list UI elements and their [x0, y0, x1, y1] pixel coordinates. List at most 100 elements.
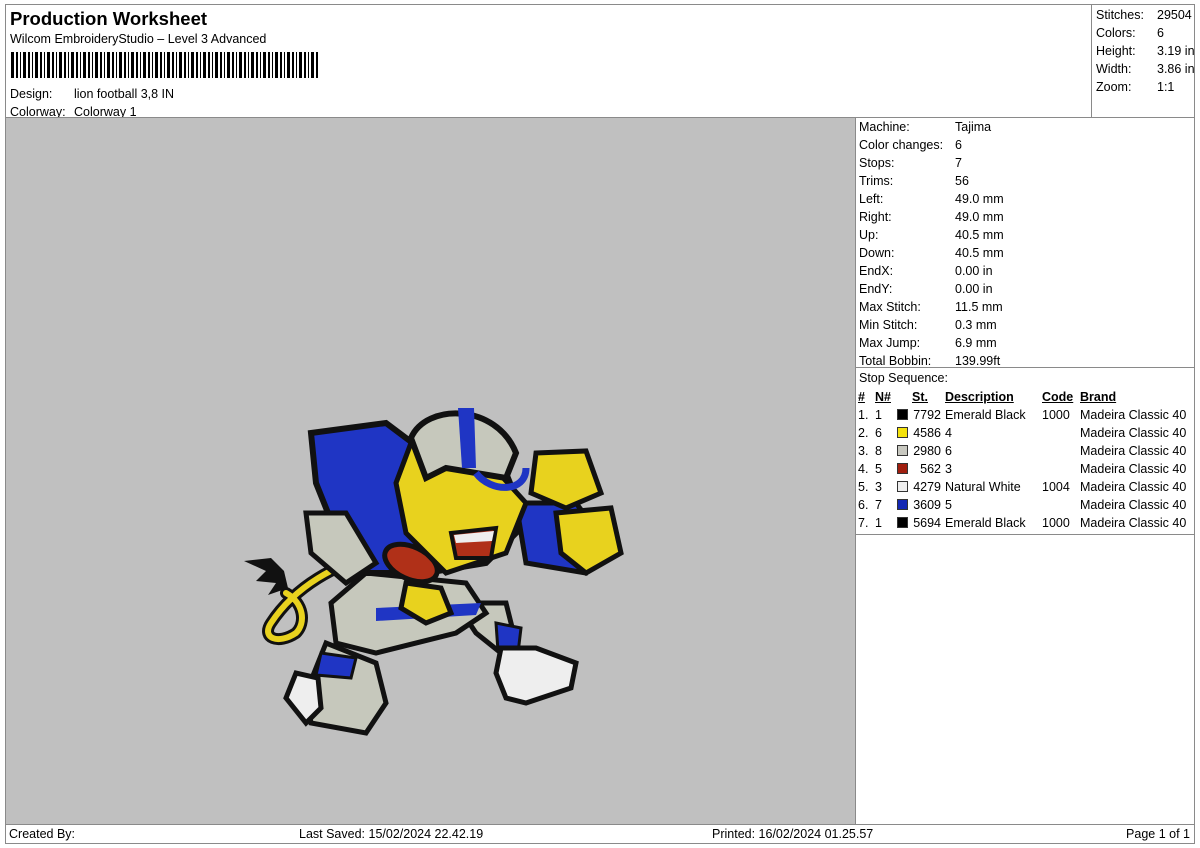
color-swatch — [897, 517, 908, 528]
row-code — [1042, 460, 1080, 478]
color-swatch — [897, 445, 908, 456]
stop-sequence-title: Stop Sequence: — [859, 371, 948, 385]
row-description: 4 — [945, 426, 952, 440]
worksheet-footer: Created By: Last Saved: 15/02/2024 22.42… — [5, 824, 1195, 844]
detail-label: Min Stitch: — [859, 318, 918, 332]
row-description: 3 — [945, 462, 952, 476]
detail-value: 139.99ft — [955, 354, 1001, 368]
col-stitches: St. — [912, 390, 928, 404]
color-swatch — [897, 463, 908, 474]
row-needle: 1 — [875, 516, 882, 530]
row-needle: 6 — [875, 426, 882, 440]
detail-label: Total Bobbin: — [859, 354, 932, 368]
row-code — [1042, 424, 1080, 442]
detail-label: Max Stitch: — [859, 300, 921, 314]
detail-value: 40.5 mm — [955, 228, 1004, 242]
row-brand: Madeira Classic 40 — [1080, 516, 1187, 530]
detail-label: Stops: — [859, 156, 895, 170]
detail-value: 7 — [955, 156, 962, 170]
machine-details: Machine: Tajima Color changes: 6 Stops: 7 Trim… — [855, 117, 1195, 368]
detail-value: Tajima — [955, 120, 992, 134]
color-swatch-cell — [897, 424, 912, 442]
row-code: 1000 — [1042, 516, 1070, 530]
row-brand: Madeira Classic 40 — [1080, 408, 1187, 422]
row-stitches: 562 — [920, 462, 941, 476]
detail-label: Up: — [859, 228, 879, 242]
color-swatch-cell — [897, 442, 912, 460]
row-stitches: 3609 — [913, 498, 941, 512]
detail-value: 56 — [955, 174, 969, 188]
empty-panel — [855, 534, 1195, 825]
row-brand: Madeira Classic 40 — [1080, 462, 1187, 476]
row-description: Emerald Black — [945, 408, 1026, 422]
detail-value: 6.9 mm — [955, 336, 997, 350]
col-num: # — [858, 390, 865, 404]
summary-value: 6 — [1157, 26, 1164, 40]
row-brand: Madeira Classic 40 — [1080, 426, 1187, 440]
detail-label: EndY: — [859, 282, 893, 296]
table-row: 1. 1 7792 Emerald Black 1000 Madeira Classic … — [858, 406, 1194, 424]
summary-value: 29504 — [1157, 8, 1192, 22]
detail-label: Color changes: — [859, 138, 944, 152]
embroidery-design-image — [244, 408, 624, 736]
row-brand: Madeira Classic 40 — [1080, 480, 1187, 494]
software-name: Wilcom EmbroideryStudio – Level 3 Advanc… — [10, 32, 267, 46]
col-code: Code — [1042, 390, 1074, 404]
row-code — [1042, 442, 1080, 460]
row-brand: Madeira Classic 40 — [1080, 444, 1187, 458]
row-needle: 7 — [875, 498, 882, 512]
row-num: 3. — [858, 444, 869, 458]
row-needle: 1 — [875, 408, 882, 422]
design-row: Design: lion football 3,8 IN — [10, 87, 174, 101]
row-brand: Madeira Classic 40 — [1080, 498, 1187, 512]
row-code: 1000 — [1042, 408, 1070, 422]
summary-value: 3.86 in — [1157, 62, 1195, 76]
front-shoe — [493, 645, 579, 706]
right-fist — [528, 448, 605, 511]
row-num: 5. — [858, 480, 869, 494]
col-swatch — [897, 388, 912, 406]
color-swatch-cell — [897, 496, 912, 514]
row-stitches: 7792 — [913, 408, 941, 422]
detail-value: 0.3 mm — [955, 318, 997, 332]
row-stitches: 5694 — [913, 516, 941, 530]
worksheet-title: Production Worksheet — [10, 8, 208, 29]
color-swatch — [897, 409, 908, 420]
table-row: 6. 7 3609 5 Madeira Classic 40 — [858, 496, 1194, 514]
color-swatch-cell — [897, 460, 912, 478]
col-needle: N# — [875, 390, 891, 404]
color-swatch — [897, 499, 908, 510]
tail-tuft — [244, 558, 288, 595]
detail-label: Machine: — [859, 120, 910, 134]
row-description: Natural White — [945, 480, 1021, 494]
summary-label: Height: — [1096, 44, 1136, 58]
detail-label: Down: — [859, 246, 895, 260]
row-stitches: 4279 — [913, 480, 941, 494]
summary-label: Zoom: — [1096, 80, 1132, 94]
table-row: 2. 6 4586 4 Madeira Classic 40 — [858, 424, 1194, 442]
color-swatch-cell — [897, 514, 912, 532]
detail-label: Left: — [859, 192, 884, 206]
design-label: Design: — [10, 87, 53, 101]
table-row: 5. 3 4279 Natural White 1004 Madeira Classic … — [858, 478, 1194, 496]
design-preview — [5, 117, 856, 825]
color-swatch — [897, 481, 908, 492]
last-saved: Last Saved: 15/02/2024 22.42.19 — [299, 827, 484, 841]
row-num: 7. — [858, 516, 869, 530]
row-num: 6. — [858, 498, 869, 512]
row-stitches: 2980 — [913, 444, 941, 458]
col-description: Description — [945, 390, 1014, 404]
design-value: lion football 3,8 IN — [74, 87, 175, 101]
color-swatch-cell — [897, 478, 912, 496]
col-brand: Brand — [1080, 390, 1117, 404]
row-num: 2. — [858, 426, 869, 440]
detail-value: 6 — [955, 138, 962, 152]
detail-value: 40.5 mm — [955, 246, 1004, 260]
row-needle: 3 — [875, 480, 882, 494]
row-needle: 8 — [875, 444, 882, 458]
back-sock — [314, 651, 358, 680]
summary-label: Width: — [1096, 62, 1132, 76]
detail-label: EndX: — [859, 264, 894, 278]
worksheet-header: Production Worksheet Wilcom EmbroiderySt… — [5, 4, 1092, 119]
design-summary: Stitches: 29504 Colors: 6 Height: 3.19 in W… — [1091, 4, 1195, 118]
